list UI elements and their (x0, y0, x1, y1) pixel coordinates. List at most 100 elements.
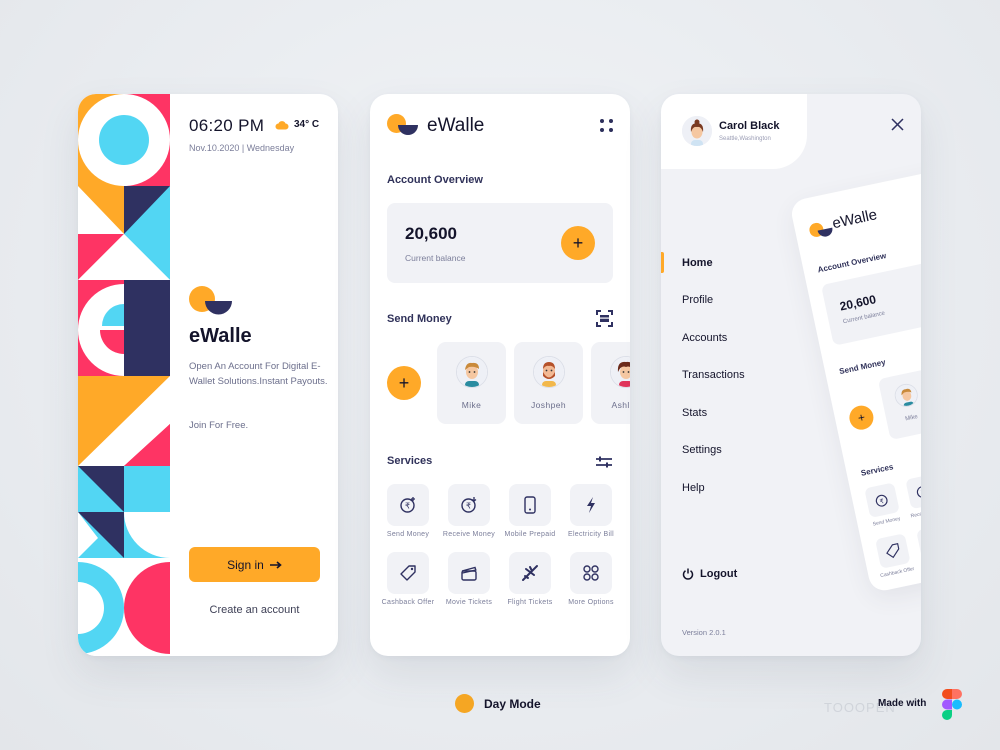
close-icon[interactable] (891, 118, 904, 131)
svg-text:₹: ₹ (920, 489, 921, 497)
svg-text:₹: ₹ (405, 502, 410, 511)
avatar (609, 356, 630, 388)
service-label: Cashback Offer (381, 599, 435, 606)
service-label: Send Money (386, 531, 430, 538)
service-label: Movie Tickets (445, 599, 493, 606)
preview-brand: eWalle (830, 206, 879, 233)
preview-service-tile (916, 524, 921, 561)
mode-label: Day Mode (484, 696, 541, 711)
preview-services: Services (860, 462, 895, 478)
service-receive-money[interactable]: ₹ Receive Money (443, 484, 495, 540)
contacts-list: Mike Joshpeh Ashl (437, 342, 630, 424)
contact-name: Mike (461, 400, 482, 410)
geometric-pattern-decoration (78, 94, 170, 656)
date-label: Nov.10.2020 | Wednesday (189, 143, 295, 153)
ewalle-logo-icon (189, 286, 232, 315)
nav-item-transactions[interactable]: Transactions (661, 357, 781, 395)
tag-icon (886, 542, 900, 559)
svg-text:₹: ₹ (879, 498, 884, 506)
nav-item-settings[interactable]: Settings (661, 432, 781, 470)
version-label: Version 2.0.1 (682, 628, 726, 637)
arrow-right-icon (269, 560, 282, 569)
nav-menu: Home Profile Accounts Transactions Stats… (661, 244, 781, 507)
temperature: 34° C (294, 119, 320, 130)
plus-icon: + (572, 233, 584, 253)
service-electricity-bill[interactable]: Electricity Bill (568, 484, 614, 540)
welcome-description: Open An Account For Digital E-Wallet Sol… (189, 361, 328, 387)
service-label: Mobile Prepaid (504, 531, 556, 538)
create-account-link[interactable]: Create an account (189, 604, 320, 616)
more-circles-icon (583, 565, 599, 581)
join-text: Join For Free. (189, 420, 249, 431)
ewalle-logo-icon (387, 114, 418, 135)
svg-text:₹: ₹ (466, 502, 471, 511)
tag-icon (400, 565, 416, 581)
service-cashback-offer[interactable]: Cashback Offer (382, 552, 434, 608)
service-send-money[interactable]: ₹ Send Money (387, 484, 429, 540)
account-overview-title: Account Overview (387, 174, 483, 186)
mobile-icon (524, 496, 536, 514)
balance-card: 20,600 Current balance + (387, 203, 613, 283)
ewalle-logo-icon (809, 222, 833, 237)
clapperboard-icon (461, 566, 477, 581)
service-mobile-prepaid[interactable]: Mobile Prepaid (505, 484, 555, 540)
home-preview-card: eWalle Account Overview 20,600 Current b… (789, 150, 921, 594)
avatar (682, 116, 712, 146)
nav-item-help[interactable]: Help (661, 469, 781, 507)
sun-icon (455, 694, 474, 713)
service-movie-tickets[interactable]: Movie Tickets (446, 552, 492, 608)
user-name: Carol Black (719, 120, 780, 132)
figma-logo-icon (942, 689, 962, 720)
scan-icon[interactable] (596, 310, 613, 327)
send-money-title: Send Money (387, 313, 452, 325)
airplane-icon (522, 565, 538, 581)
nav-item-home[interactable]: Home (661, 244, 781, 282)
avatar (455, 356, 488, 388)
logout-button[interactable]: Logout (682, 568, 737, 580)
service-flight-tickets[interactable]: Flight Tickets (507, 552, 552, 608)
preview-service-label: Cashback Offer (879, 566, 915, 580)
services-title: Services (387, 455, 433, 467)
rupee-send-icon: ₹ (875, 494, 888, 507)
service-label: Receive Money (442, 531, 496, 538)
add-contact-button[interactable]: + (387, 366, 421, 400)
contact-name: Joshpeh (531, 400, 566, 410)
rupee-receive-icon: ₹ (461, 497, 477, 513)
nav-item-stats[interactable]: Stats (661, 394, 781, 432)
sign-in-button[interactable]: Sign in (189, 547, 320, 582)
user-profile-header[interactable]: Carol Black Seattle,Washington (661, 94, 807, 169)
power-icon (682, 568, 694, 580)
logout-label: Logout (700, 568, 738, 580)
contact-card[interactable]: Joshpeh (514, 342, 583, 424)
cloud-icon (275, 120, 289, 129)
made-with-label: Made with (878, 698, 927, 709)
service-label: Electricity Bill (567, 531, 615, 538)
brand-name: eWalle (189, 325, 252, 347)
services-grid: ₹ Send Money ₹ Receive Money Mobile Prep… (382, 484, 614, 608)
weather-widget: 34° C (275, 119, 319, 130)
grid-dots-icon[interactable] (600, 119, 614, 133)
nav-item-profile[interactable]: Profile (661, 282, 781, 320)
side-menu-screen: eWalle Account Overview 20,600 Current b… (661, 94, 921, 656)
sign-in-label: Sign in (227, 557, 264, 572)
preview-add-button: + (847, 403, 876, 432)
app-header: eWalle (387, 114, 484, 137)
nav-item-accounts[interactable]: Accounts (661, 319, 781, 357)
preview-account-overview: Account Overview (816, 251, 887, 275)
clock-time: 06:20 PM (189, 116, 265, 135)
avatar (532, 356, 565, 388)
rupee-send-icon: ₹ (400, 497, 415, 513)
add-balance-button[interactable]: + (561, 226, 595, 260)
mode-indicator: Day Mode (455, 694, 541, 713)
contact-card[interactable]: Mike (437, 342, 506, 424)
contact-card[interactable]: Ashley (591, 342, 630, 424)
service-label: More Options (568, 599, 614, 606)
plus-icon: + (398, 373, 410, 393)
user-location: Seattle,Washington (719, 136, 771, 142)
brand-name: eWalle (427, 114, 485, 136)
preview-send-money: Send Money (838, 357, 887, 377)
service-more-options[interactable]: More Options (568, 552, 614, 608)
lightning-icon (587, 497, 595, 513)
balance-amount: 20,600 (405, 224, 457, 243)
sliders-icon[interactable] (595, 455, 613, 469)
